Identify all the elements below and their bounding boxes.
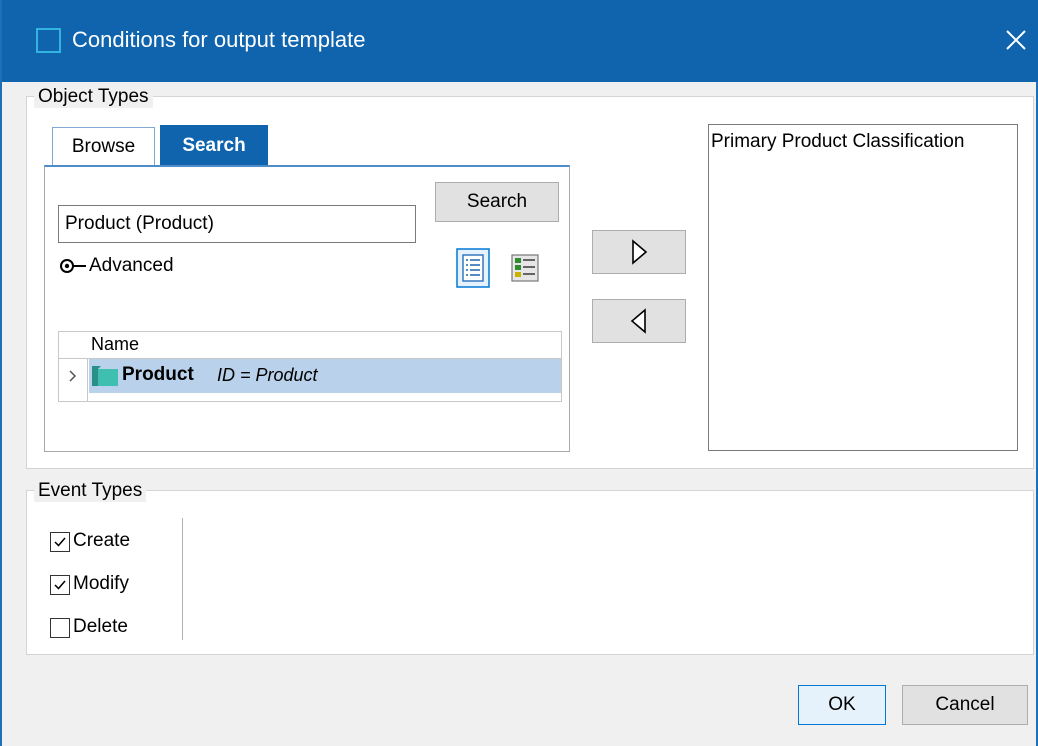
close-icon: [1006, 30, 1026, 50]
window-title: Conditions for output template: [72, 27, 366, 52]
modify-label[interactable]: Modify: [73, 573, 129, 595]
checkmark-icon: [54, 537, 66, 547]
event-types-legend: Event Types: [34, 480, 147, 502]
advanced-toggle[interactable]: Advanced: [59, 255, 219, 279]
modify-checkbox[interactable]: [50, 575, 70, 595]
remove-from-selection-button[interactable]: [592, 299, 686, 343]
search-tab-panel: Search Product (Product) Advanced Name P…: [44, 165, 570, 452]
list-item[interactable]: Primary Product Classification: [711, 131, 964, 153]
detail-view-button[interactable]: [508, 248, 542, 288]
checkmark-icon: [54, 580, 66, 590]
ok-button[interactable]: OK: [798, 685, 886, 725]
list-view-button[interactable]: [456, 248, 490, 288]
window-icon: [36, 28, 61, 53]
object-types-legend: Object Types: [34, 86, 153, 108]
detail-view-icon: [511, 254, 539, 282]
dialog-window: Conditions for output template Object Ty…: [0, 0, 1038, 746]
list-view-icon: [456, 248, 490, 288]
selected-object-types-list[interactable]: Primary Product Classification: [708, 124, 1018, 451]
object-type-icon: [92, 366, 118, 386]
tab-browse[interactable]: Browse: [52, 127, 155, 165]
delete-checkbox[interactable]: [50, 618, 70, 638]
create-checkbox[interactable]: [50, 532, 70, 552]
tab-search[interactable]: Search: [160, 125, 268, 165]
arrow-right-icon: [632, 239, 648, 265]
arrow-left-icon: [630, 308, 646, 334]
close-button[interactable]: [998, 22, 1034, 58]
column-header-name[interactable]: Name: [91, 334, 139, 355]
delete-label[interactable]: Delete: [73, 616, 128, 638]
cancel-button[interactable]: Cancel: [902, 685, 1028, 725]
expand-chevron-icon[interactable]: [59, 359, 88, 393]
table-row[interactable]: Product ID = Product: [59, 359, 561, 393]
grid-header-row: Name: [59, 332, 561, 359]
search-input[interactable]: Product (Product): [58, 205, 416, 243]
advanced-label: Advanced: [89, 255, 174, 276]
expand-key-icon: [60, 259, 86, 273]
row-name: Product: [122, 364, 194, 385]
row-id: ID = Product: [217, 365, 318, 385]
search-button[interactable]: Search: [435, 182, 559, 222]
event-types-group: [26, 490, 1034, 655]
create-label[interactable]: Create: [73, 530, 130, 552]
results-grid: Name Product ID = Product: [58, 331, 562, 402]
add-to-selection-button[interactable]: [592, 230, 686, 274]
event-types-divider: [182, 518, 183, 640]
title-bar: Conditions for output template: [2, 0, 1038, 82]
